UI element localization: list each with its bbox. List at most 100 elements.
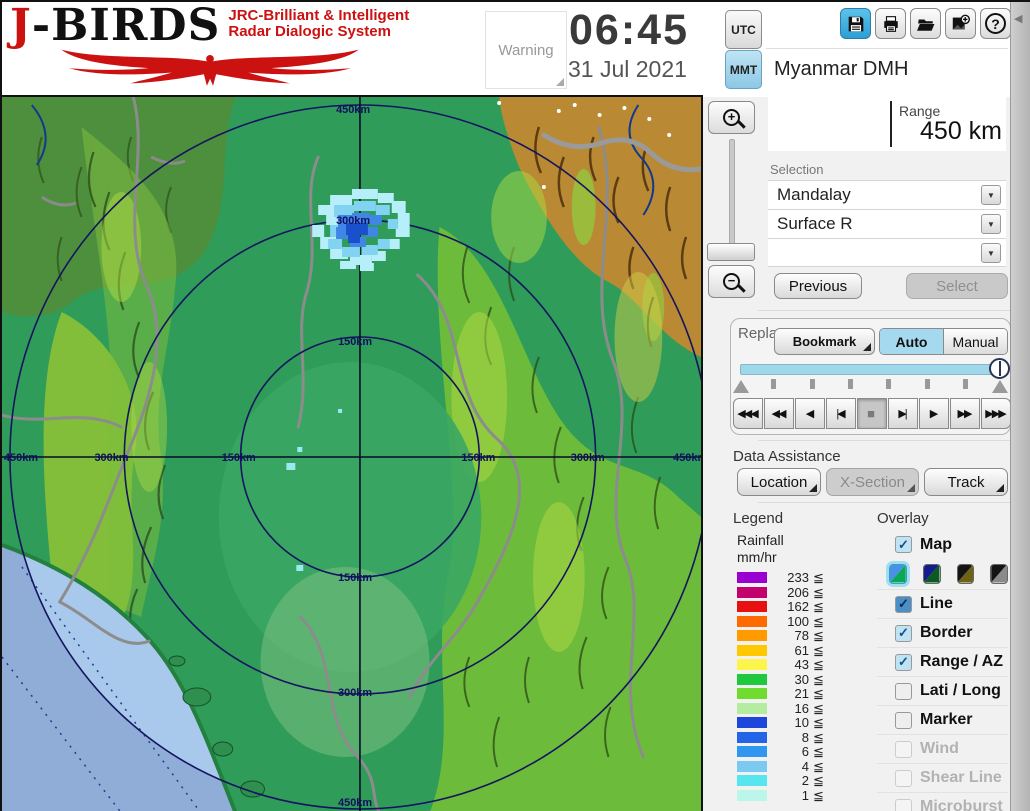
chevron-down-icon[interactable]: ▼ bbox=[981, 243, 1001, 263]
bookmark-button[interactable]: Bookmark bbox=[774, 328, 875, 355]
auto-mode-button[interactable]: Auto bbox=[880, 329, 944, 354]
magnifier-plus-icon: + bbox=[723, 109, 740, 126]
legend-swatch bbox=[737, 790, 767, 801]
select-button[interactable]: Select bbox=[906, 273, 1008, 299]
magnifier-minus-icon: − bbox=[723, 273, 740, 290]
manual-mode-button[interactable]: Manual bbox=[944, 329, 1007, 354]
jump-end-button[interactable]: ▶▶▶ bbox=[981, 398, 1011, 429]
map-style-swatch-4[interactable] bbox=[990, 564, 1008, 584]
legend-swatch bbox=[737, 645, 767, 656]
zoom-slider-groove[interactable] bbox=[729, 139, 735, 247]
replay-timeline-handle[interactable] bbox=[989, 358, 1010, 379]
checkbox-map[interactable]: ✓ bbox=[895, 536, 912, 553]
checkbox-range-az[interactable]: ✓ bbox=[895, 654, 912, 671]
mmt-button[interactable]: MMT bbox=[725, 50, 762, 89]
site-dropdown-value: Mandalay bbox=[777, 185, 851, 205]
floppy-icon bbox=[847, 15, 865, 33]
location-button[interactable]: Location bbox=[737, 468, 821, 496]
station-title: Myanmar DMH bbox=[774, 58, 908, 81]
legend-swatch bbox=[737, 717, 767, 728]
jump-start-button[interactable]: ◀◀◀ bbox=[733, 398, 763, 429]
map-style-swatch-1[interactable] bbox=[889, 564, 907, 584]
export-image-button[interactable] bbox=[945, 8, 976, 39]
zoom-in-button[interactable]: + bbox=[708, 101, 755, 134]
legend-swatch bbox=[737, 746, 767, 757]
printer-icon bbox=[882, 15, 900, 33]
legend-swatch bbox=[737, 688, 767, 699]
play-backward-button[interactable]: ◀ bbox=[795, 398, 825, 429]
eagle-icon bbox=[10, 42, 410, 88]
step-backward-button[interactable]: |◀ bbox=[826, 398, 856, 429]
overlay-row-range-az[interactable]: ✓ Range / AZ bbox=[877, 647, 1008, 676]
timeline-tick bbox=[848, 379, 853, 389]
legend-swatch bbox=[737, 703, 767, 714]
play-button[interactable]: ▶ bbox=[919, 398, 949, 429]
svg-text:300km: 300km bbox=[336, 215, 370, 227]
clock-date: 31 Jul 2021 bbox=[568, 56, 728, 83]
add-image-icon bbox=[951, 14, 970, 33]
fast-rewind-button[interactable]: ◀◀ bbox=[764, 398, 794, 429]
divider bbox=[758, 310, 1010, 311]
product-dropdown[interactable]: Surface R ▼ bbox=[768, 209, 1006, 238]
legend-label: Legend bbox=[733, 510, 783, 527]
divider bbox=[758, 440, 1010, 441]
legend-swatch bbox=[737, 587, 767, 598]
checkbox-marker[interactable] bbox=[895, 712, 912, 729]
legend-swatch bbox=[737, 674, 767, 685]
step-forward-button[interactable]: ▶| bbox=[888, 398, 918, 429]
open-file-button[interactable] bbox=[910, 8, 941, 39]
overlay-row-marker[interactable]: Marker bbox=[877, 705, 1008, 734]
x-section-button[interactable]: X-Section bbox=[826, 468, 919, 496]
legend-swatch bbox=[737, 659, 767, 670]
legend-swatch bbox=[737, 630, 767, 641]
zoom-out-button[interactable]: − bbox=[708, 265, 755, 298]
svg-text:150km: 150km bbox=[338, 572, 372, 584]
replay-timeline-track[interactable] bbox=[740, 364, 1003, 375]
folder-icon bbox=[917, 15, 935, 33]
checkbox-border[interactable]: ✓ bbox=[895, 625, 912, 642]
collapse-arrow-icon[interactable]: ◀ bbox=[1014, 12, 1022, 25]
map-style-swatch-3[interactable] bbox=[957, 564, 975, 584]
previous-button[interactable]: Previous bbox=[774, 273, 862, 299]
data-assistance-label: Data Assistance bbox=[733, 448, 841, 465]
timeline-end-marker[interactable] bbox=[992, 380, 1008, 393]
legend-swatch bbox=[737, 775, 767, 786]
help-button[interactable]: ? bbox=[980, 8, 1011, 39]
svg-text:150km: 150km bbox=[222, 452, 256, 464]
overlay-row-border[interactable]: ✓ Border bbox=[877, 618, 1008, 647]
option-dropdown[interactable]: ▼ bbox=[768, 238, 1006, 267]
product-dropdown-value: Surface R bbox=[777, 214, 853, 234]
timeline-tick bbox=[925, 379, 930, 389]
print-button[interactable] bbox=[875, 8, 906, 39]
selection-label: Selection bbox=[770, 162, 823, 177]
timeline-tick bbox=[810, 379, 815, 389]
warning-button[interactable]: Warning bbox=[485, 11, 567, 89]
chevron-down-icon[interactable]: ▼ bbox=[981, 214, 1001, 234]
panel-collapse-strip[interactable] bbox=[1010, 2, 1030, 811]
checkbox-lati-long[interactable] bbox=[895, 683, 912, 700]
stop-button[interactable]: ■ bbox=[857, 398, 887, 429]
timeline-tick bbox=[963, 379, 968, 389]
radar-map[interactable]: 450km 300km 150km 150km 300km 450km 450k… bbox=[0, 95, 703, 811]
jbirds-window: J-BIRDS JRC-Brilliant & Intelligent Rada… bbox=[0, 0, 1030, 811]
overlay-row-lati-long[interactable]: Lati / Long bbox=[877, 676, 1008, 705]
site-dropdown[interactable]: Mandalay ▼ bbox=[768, 180, 1006, 209]
overlay-row-map[interactable]: ✓ Map bbox=[877, 530, 1008, 559]
jbirds-logo: J-BIRDS JRC-Brilliant & Intelligent Rada… bbox=[10, 4, 418, 92]
svg-text:450km: 450km bbox=[336, 104, 370, 116]
legend-swatch bbox=[737, 732, 767, 743]
chevron-down-icon[interactable]: ▼ bbox=[981, 185, 1001, 205]
svg-text:150km: 150km bbox=[461, 452, 495, 464]
checkbox-line[interactable]: ✓ bbox=[895, 596, 912, 613]
save-button[interactable] bbox=[840, 8, 871, 39]
map-style-swatch-2[interactable] bbox=[923, 564, 941, 584]
logo-subtitle: JRC-Brilliant & Intelligent Radar Dialog… bbox=[228, 8, 409, 40]
divider bbox=[758, 502, 1010, 503]
zoom-slider-handle[interactable] bbox=[707, 243, 755, 261]
track-button[interactable]: Track bbox=[924, 468, 1008, 496]
timeline-start-marker[interactable] bbox=[733, 380, 749, 393]
fast-forward-button[interactable]: ▶▶ bbox=[950, 398, 980, 429]
overlay-row-line[interactable]: ✓ Line bbox=[877, 589, 1008, 618]
svg-text:450km: 450km bbox=[4, 452, 38, 464]
utc-button[interactable]: UTC bbox=[725, 10, 762, 49]
